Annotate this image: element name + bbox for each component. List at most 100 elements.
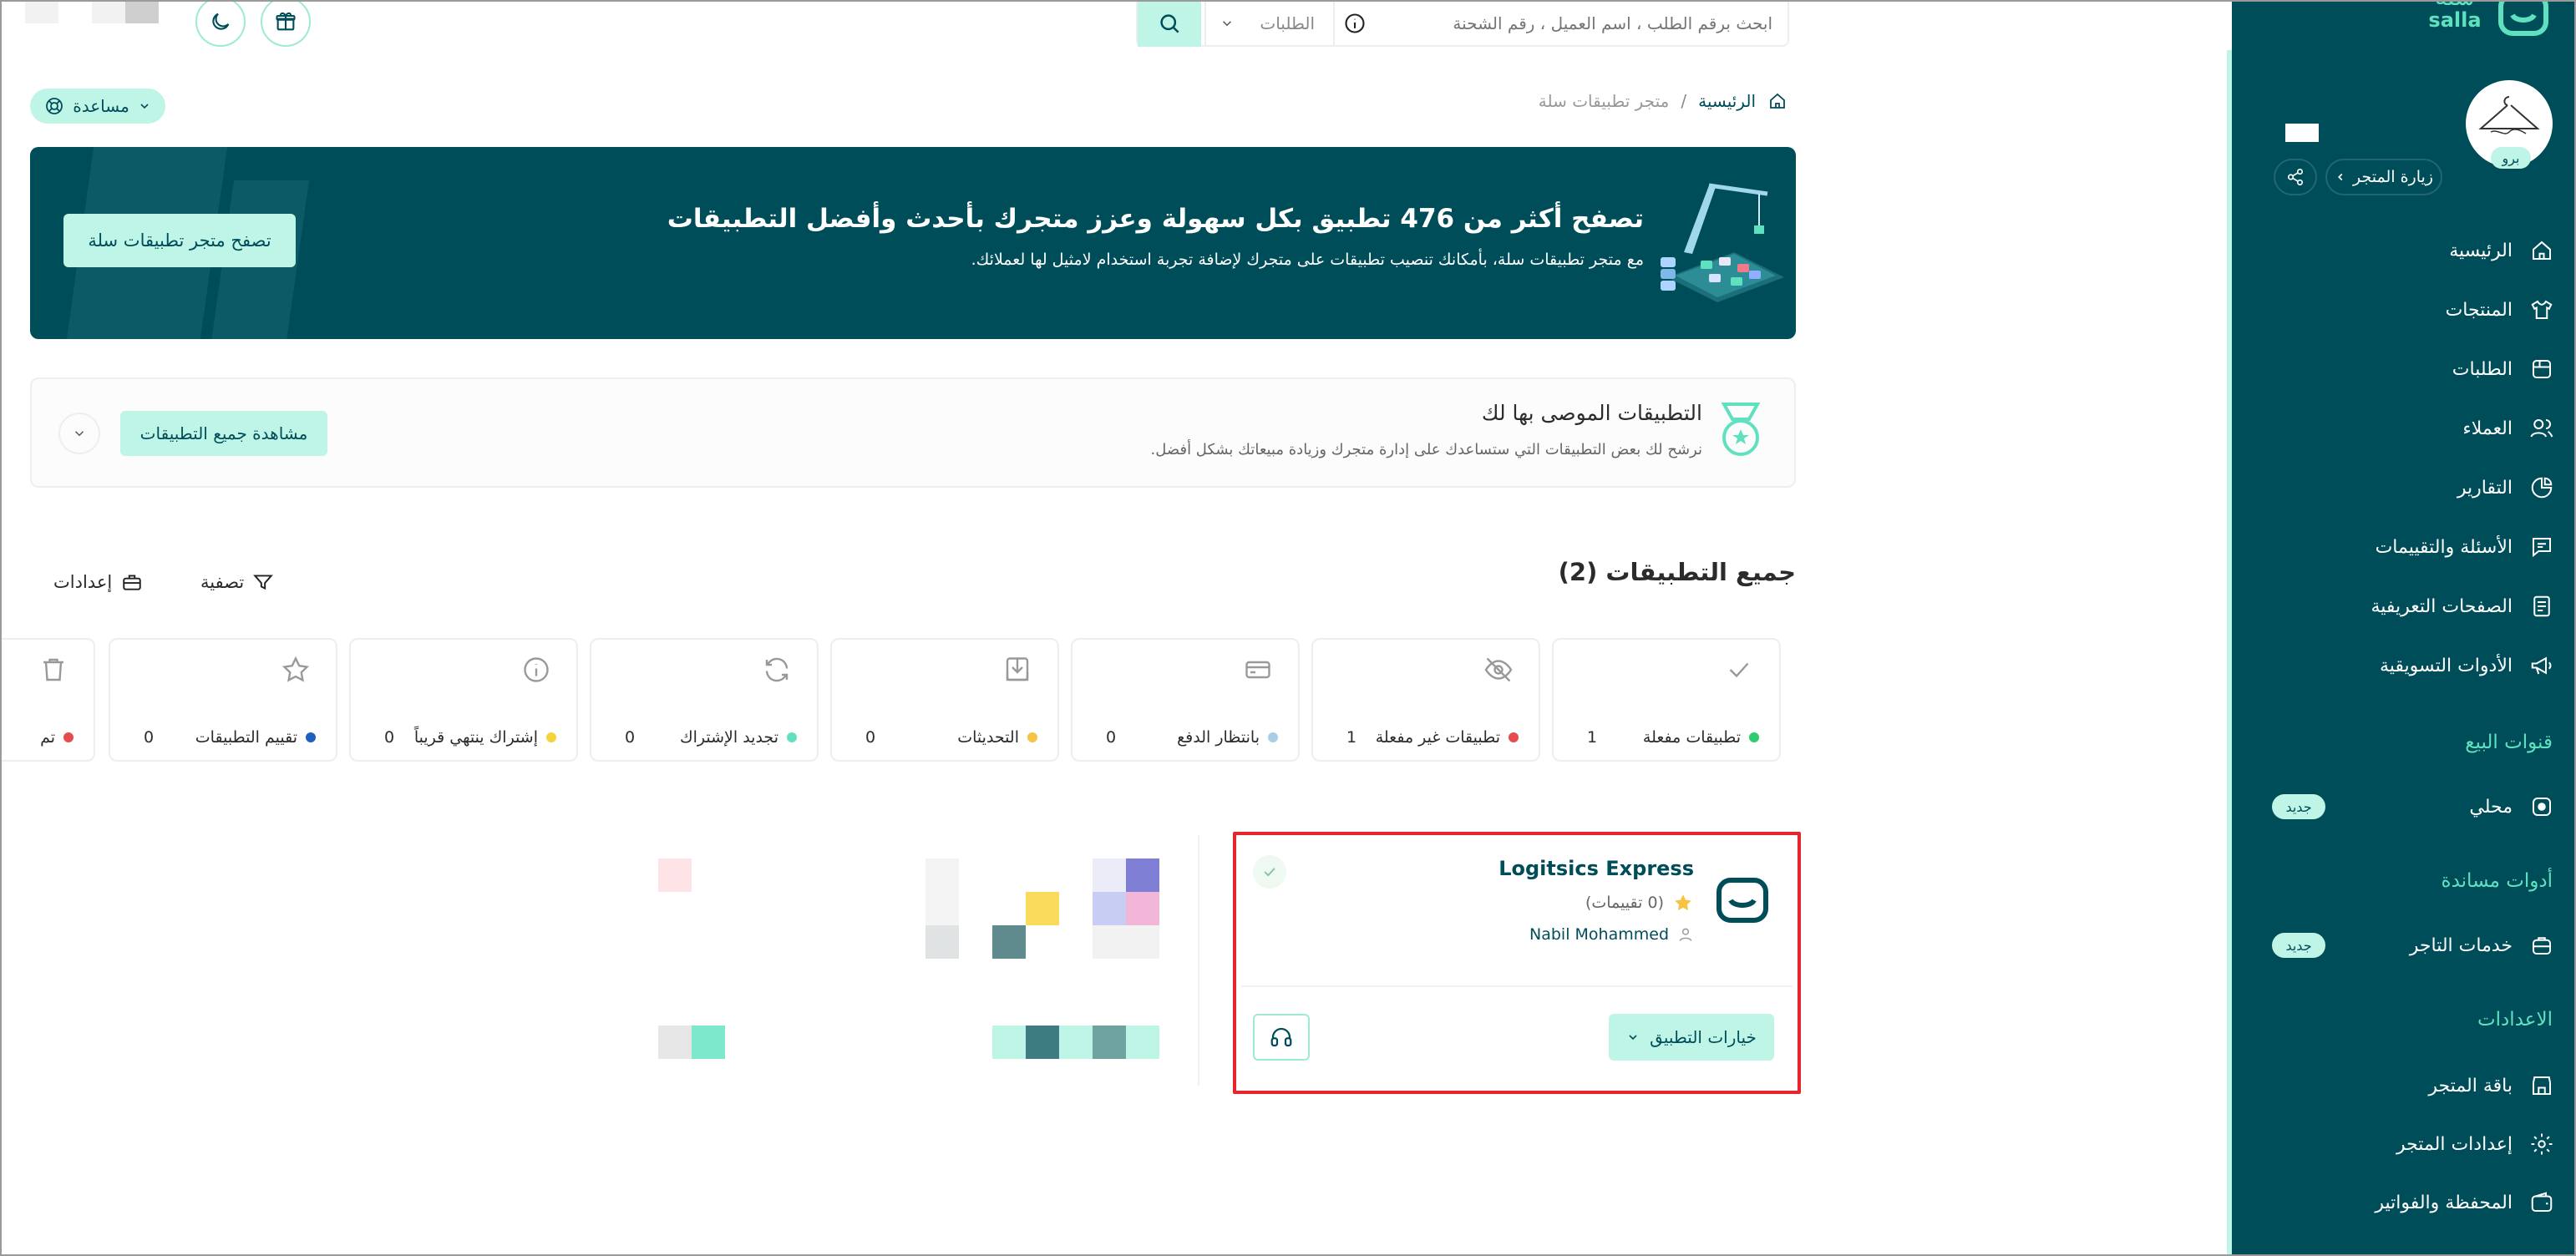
sidebar-item-reports[interactable]: التقارير [2254, 464, 2554, 511]
stat-card-deleted[interactable]: تم [0, 638, 95, 762]
search-scope-label: الطلبات [1260, 13, 1315, 33]
stat-card-app-ratings[interactable]: تقييم التطبيقات 0 [109, 638, 337, 762]
pixel-block [1059, 1026, 1093, 1059]
sidebar-item-store-settings[interactable]: إعدادات المتجر [2254, 1121, 2554, 1167]
recommended-apps-panel: التطبيقات الموصى بها لك نرشح لك بعض التط… [30, 377, 1796, 488]
dark-mode-button[interactable] [195, 0, 246, 47]
sidebar-item-label: المحفظة والفواتير [2375, 1192, 2513, 1213]
status-dot [787, 732, 797, 742]
refresh-icon [762, 655, 792, 685]
section-settings: الاعدادات [2477, 1009, 2553, 1031]
gift-icon [274, 10, 297, 33]
settings-button[interactable]: إعدادات [53, 568, 144, 596]
redacted-store-name [2285, 124, 2319, 142]
local-store-icon [2529, 794, 2554, 819]
stat-label: تقييم التطبيقات [195, 728, 297, 747]
sidebar-item-merchant-services[interactable]: خدمات التاجر جديد [2254, 922, 2554, 969]
pixel-block [1026, 892, 1059, 925]
sidebar-item-home[interactable]: الرئيسية [2254, 227, 2554, 274]
breadcrumb-current: متجر تطبيقات سلة [1538, 91, 1670, 111]
share-store-button[interactable] [2274, 159, 2317, 195]
pixel-block [992, 1026, 1026, 1059]
search-info-button[interactable] [1333, 0, 1375, 47]
sidebar-item-label: المنتجات [2445, 299, 2513, 321]
breadcrumb: الرئيسية / متجر تطبيقات سلة [1539, 89, 1787, 114]
stat-card-expiring-soon[interactable]: إشتراك ينتهي قريباً 0 [349, 638, 578, 762]
status-dot [306, 732, 316, 742]
pixel-block [1093, 925, 1159, 959]
help-label: مساعدة [73, 96, 129, 116]
payment-card-icon [1243, 655, 1273, 685]
share-icon [2286, 168, 2305, 186]
gift-button[interactable] [261, 0, 311, 47]
sidebar-item-products[interactable]: المنتجات [2254, 286, 2554, 333]
divider [1198, 835, 1199, 1086]
filter-button[interactable]: تصفية [200, 568, 274, 596]
sidebar-item-local[interactable]: محلي جديد [2254, 783, 2554, 830]
browse-app-store-button[interactable]: تصفح متجر تطبيقات سلة [63, 214, 296, 267]
sidebar-item-store-package[interactable]: باقة المتجر [2254, 1062, 2554, 1109]
check-icon [1261, 864, 1278, 880]
info-icon [521, 655, 551, 685]
chevron-down-icon [1220, 16, 1235, 31]
sidebar-item-landing-pages[interactable]: الصفحات التعريفية [2254, 583, 2554, 630]
sidebar-item-label: الصفحات التعريفية [2371, 595, 2513, 617]
stat-count: 0 [384, 728, 395, 747]
banner-subtitle: مع متجر تطبيقات سلة، بأمكانك تنصيب تطبيق… [971, 251, 1644, 269]
breadcrumb-home-link[interactable]: الرئيسية [1698, 91, 1756, 111]
chevron-left-icon [2335, 171, 2346, 183]
wallet-icon [2529, 1190, 2554, 1215]
app-options-button[interactable]: خيارات التطبيق [1609, 1014, 1774, 1061]
search-scope-select[interactable]: الطلبات [1204, 0, 1328, 47]
sidebar-item-questions-reviews[interactable]: الأسئلة والتقييمات [2254, 524, 2554, 570]
store-package-icon [2529, 1073, 2554, 1098]
gear-icon [2529, 1132, 2554, 1157]
star-icon [281, 655, 311, 685]
placeholder-block [125, 0, 159, 23]
pixel-block [992, 925, 1026, 959]
app-name[interactable]: Logitsics Express [1498, 857, 1694, 880]
app-card[interactable]: Logitsics Express (0 تقييمات) Nabil Moha… [1241, 838, 1793, 1087]
shirt-icon [2529, 297, 2554, 322]
status-dot [1027, 732, 1037, 742]
medal-icon [1716, 401, 1766, 459]
users-icon [2529, 416, 2554, 441]
sidebar-item-marketing-tools[interactable]: الأدوات التسويقية [2254, 642, 2554, 689]
status-dot [546, 732, 556, 742]
stat-label: بانتظار الدفع [1177, 728, 1260, 747]
brand-latin: salla [2428, 8, 2482, 32]
visit-store-button[interactable]: زيارة المتجر [2325, 159, 2442, 195]
sidebar-item-label: محلي [2469, 796, 2513, 818]
divider [1241, 985, 1793, 987]
stat-card-renew-subscription[interactable]: تجديد الإشتراك 0 [590, 638, 819, 762]
sidebar-item-wallet-invoices[interactable]: المحفظة والفواتير [2254, 1179, 2554, 1226]
stat-card-updates[interactable]: التحديثات 0 [830, 638, 1059, 762]
sidebar-item-label: الأدوات التسويقية [2379, 655, 2513, 676]
stat-card-active[interactable]: تطبيقات مفعلة 1 [1552, 638, 1781, 762]
stat-card-awaiting-payment[interactable]: بانتظار الدفع 0 [1071, 638, 1300, 762]
sidebar-item-customers[interactable]: العملاء [2254, 405, 2554, 452]
orders-icon [2529, 357, 2554, 382]
user-icon [1677, 926, 1694, 943]
stat-count: 1 [1346, 728, 1357, 747]
pixel-block [925, 925, 959, 959]
search-input[interactable] [1388, 7, 1772, 40]
app-logo [1709, 869, 1776, 935]
status-dot [1268, 732, 1278, 742]
help-button[interactable]: مساعدة [30, 89, 165, 124]
moon-icon [209, 10, 232, 33]
rating-text: (0 تقييمات) [1585, 894, 1664, 912]
visit-store-label: زيارة المتجر [2353, 168, 2433, 186]
stat-card-inactive[interactable]: تطبيقات غير مفعلة 1 [1311, 638, 1540, 762]
pixel-block [658, 858, 692, 892]
stat-label: تجديد الإشتراك [679, 728, 778, 747]
download-icon [1002, 655, 1032, 685]
collapse-toggle-button[interactable] [58, 413, 100, 454]
sidebar-item-orders[interactable]: الطلبات [2254, 346, 2554, 392]
status-dot [63, 732, 74, 742]
section-sales-channels: قنوات البيع [2465, 732, 2553, 753]
support-button[interactable] [1253, 1014, 1310, 1061]
search-submit-button[interactable] [1138, 0, 1201, 47]
new-badge: جديد [2272, 794, 2325, 819]
view-all-apps-button[interactable]: مشاهدة جميع التطبيقات [120, 411, 327, 456]
